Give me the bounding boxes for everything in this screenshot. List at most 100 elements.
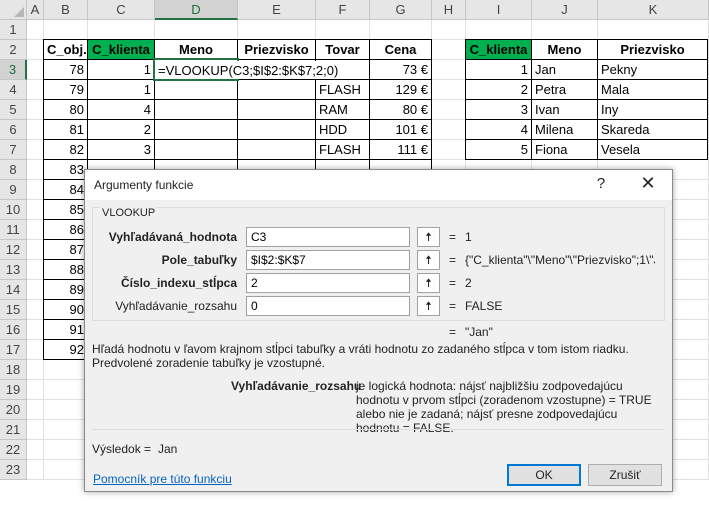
row-header-23[interactable]: 23 xyxy=(0,460,27,480)
grid-cell[interactable] xyxy=(466,20,532,40)
grid-cell[interactable] xyxy=(27,60,44,80)
right-table-cell[interactable]: Ivan xyxy=(531,99,598,120)
grid-cell[interactable] xyxy=(316,20,370,40)
left-table-cell[interactable]: 88 xyxy=(43,259,88,280)
left-table-cell[interactable]: 80 € xyxy=(369,99,432,120)
grid-cell[interactable] xyxy=(27,380,44,400)
right-table-header[interactable]: Meno xyxy=(531,39,598,60)
grid-cell[interactable] xyxy=(432,20,466,40)
column-header-d[interactable]: D xyxy=(155,0,238,20)
grid-cell[interactable] xyxy=(432,40,466,60)
col-index-input[interactable] xyxy=(246,273,410,293)
grid-cell[interactable] xyxy=(27,180,44,200)
left-table-cell[interactable]: 85 xyxy=(43,199,88,220)
row-header-18[interactable]: 18 xyxy=(0,360,27,380)
right-table-cell[interactable]: Petra xyxy=(531,79,598,100)
grid-cell[interactable] xyxy=(27,40,44,60)
left-table-cell[interactable]: 80 xyxy=(43,99,88,120)
grid-cell[interactable] xyxy=(88,20,155,40)
collapse-dialog-icon[interactable]: 🠅 xyxy=(417,273,440,293)
right-table-cell[interactable]: Pekny xyxy=(597,59,708,80)
left-table-cell[interactable]: 90 xyxy=(43,299,88,320)
left-table-cell[interactable]: 82 xyxy=(43,139,88,160)
right-table-header[interactable]: C_klienta xyxy=(465,39,532,60)
grid-cell[interactable] xyxy=(27,120,44,140)
row-header-10[interactable]: 10 xyxy=(0,200,27,220)
grid-cell[interactable] xyxy=(27,140,44,160)
left-table-header[interactable]: Priezvisko xyxy=(237,39,316,60)
column-header-b[interactable]: B xyxy=(44,0,88,20)
left-table-cell[interactable]: 73 € xyxy=(369,59,432,80)
grid-cell[interactable] xyxy=(532,20,598,40)
row-header-16[interactable]: 16 xyxy=(0,320,27,340)
grid-cell[interactable] xyxy=(27,300,44,320)
left-table-header[interactable]: C_klienta xyxy=(87,39,155,60)
help-link[interactable]: Pomocník pre túto funkciu xyxy=(93,472,232,486)
row-header-6[interactable]: 6 xyxy=(0,120,27,140)
left-table-cell[interactable]: 1 xyxy=(87,79,155,100)
left-table-cell[interactable] xyxy=(154,139,238,160)
right-table-cell[interactable]: Jan xyxy=(531,59,598,80)
right-table-cell[interactable]: Vesela xyxy=(597,139,708,160)
row-header-11[interactable]: 11 xyxy=(0,220,27,240)
right-table-cell[interactable]: Skareda xyxy=(597,119,708,140)
right-table-cell[interactable]: 5 xyxy=(465,139,532,160)
grid-cell[interactable] xyxy=(27,160,44,180)
left-table-cell[interactable]: 86 xyxy=(43,219,88,240)
grid-cell[interactable] xyxy=(432,120,466,140)
grid-cell[interactable] xyxy=(44,20,88,40)
left-table-cell[interactable]: 2 xyxy=(87,119,155,140)
table-array-input[interactable] xyxy=(246,250,410,270)
column-header-a[interactable]: A xyxy=(27,0,44,20)
column-header-i[interactable]: I xyxy=(466,0,532,20)
row-header-2[interactable]: 2 xyxy=(0,40,27,60)
row-header-9[interactable]: 9 xyxy=(0,180,27,200)
right-table-header[interactable]: Priezvisko xyxy=(597,39,708,60)
grid-cell[interactable] xyxy=(27,260,44,280)
grid-cell[interactable] xyxy=(27,360,44,380)
grid-cell[interactable] xyxy=(44,420,88,440)
grid-cell[interactable] xyxy=(27,460,44,480)
row-header-13[interactable]: 13 xyxy=(0,260,27,280)
grid-cell[interactable] xyxy=(27,220,44,240)
right-table-cell[interactable]: Fiona xyxy=(531,139,598,160)
column-header-c[interactable]: C xyxy=(88,0,155,20)
left-table-cell[interactable]: 1 xyxy=(87,59,155,80)
row-header-1[interactable]: 1 xyxy=(0,20,27,40)
row-header-4[interactable]: 4 xyxy=(0,80,27,100)
left-table-cell[interactable]: 91 xyxy=(43,319,88,340)
collapse-dialog-icon[interactable]: 🠅 xyxy=(417,227,440,247)
right-table-cell[interactable]: 3 xyxy=(465,99,532,120)
grid-cell[interactable] xyxy=(27,400,44,420)
grid-cell[interactable] xyxy=(44,460,88,480)
grid-cell[interactable] xyxy=(44,440,88,460)
left-table-cell[interactable]: 81 xyxy=(43,119,88,140)
lookup-value-input[interactable] xyxy=(246,227,410,247)
grid-cell[interactable] xyxy=(27,440,44,460)
grid-cell[interactable] xyxy=(27,420,44,440)
close-icon[interactable]: ✕ xyxy=(638,173,658,194)
ok-button[interactable]: OK xyxy=(507,464,581,486)
left-table-cell[interactable]: 87 xyxy=(43,239,88,260)
left-table-cell[interactable]: 129 € xyxy=(369,79,432,100)
left-table-header[interactable]: Meno xyxy=(154,39,238,60)
right-table-cell[interactable]: Mala xyxy=(597,79,708,100)
row-header-21[interactable]: 21 xyxy=(0,420,27,440)
help-icon[interactable]: ? xyxy=(592,175,610,192)
left-table-cell[interactable]: FLASH xyxy=(315,79,370,100)
grid-cell[interactable] xyxy=(27,320,44,340)
left-table-header[interactable]: Tovar xyxy=(315,39,370,60)
grid-cell[interactable] xyxy=(370,20,432,40)
right-table-cell[interactable]: Milena xyxy=(531,119,598,140)
grid-cell[interactable] xyxy=(432,140,466,160)
row-header-5[interactable]: 5 xyxy=(0,100,27,120)
left-table-cell[interactable] xyxy=(154,99,238,120)
left-table-cell[interactable] xyxy=(237,79,316,100)
row-header-17[interactable]: 17 xyxy=(0,340,27,360)
column-header-f[interactable]: F xyxy=(316,0,370,20)
left-table-cell[interactable]: 84 xyxy=(43,179,88,200)
left-table-cell[interactable] xyxy=(154,79,238,100)
grid-cell[interactable] xyxy=(155,20,238,40)
cancel-button[interactable]: Zrušiť xyxy=(588,464,662,486)
range-lookup-input[interactable] xyxy=(246,296,410,316)
